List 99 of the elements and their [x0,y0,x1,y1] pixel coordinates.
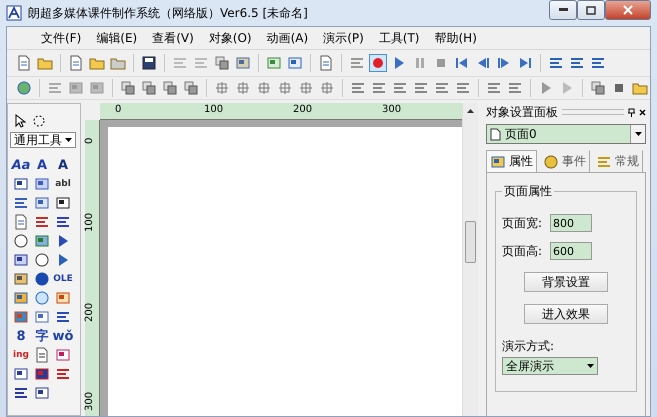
input-field[interactable]: 800 [550,214,592,232]
dropdown-arrow-icon [65,138,72,142]
tool-glyph[interactable]: A [36,158,48,172]
bullet-list-icon[interactable] [55,214,71,230]
pointer-icon[interactable] [14,114,26,128]
tool-category-dropdown[interactable]: 通用工具 [10,132,76,148]
picture-frame-icon[interactable] [55,347,71,363]
align-icon[interactable] [392,80,408,96]
ruler-label: 300 [382,105,402,115]
menu-item[interactable]: 查看(V) [146,30,200,46]
alignment-icon[interactable] [277,80,293,96]
lasso-icon[interactable] [32,114,46,128]
ruler-label: 100 [85,212,95,232]
tool-glyph[interactable]: Aa [12,158,30,172]
dropdown-arrow-icon [634,132,642,136]
tree-list-icon[interactable] [34,214,50,230]
align-icon[interactable] [455,80,471,96]
alignment-icon[interactable] [256,80,272,96]
tool-glyph[interactable]: OLE [53,274,73,284]
align-icon[interactable] [413,80,429,96]
tool-glyph[interactable]: wǒ [52,330,74,342]
vertical-scrollbar[interactable] [462,103,478,416]
layer-order-icon[interactable] [141,80,157,96]
app-icon [6,5,22,21]
group-icon[interactable] [590,80,606,96]
pin-icon[interactable] [628,108,635,116]
maximize-icon [586,6,596,14]
fit-screen-icon[interactable] [287,55,303,71]
document-icon[interactable] [13,214,29,230]
new-document-icon[interactable] [16,55,32,71]
preview-icon[interactable] [318,55,334,71]
properties-icon [490,154,506,170]
paste-icon[interactable] [235,55,251,71]
tool-glyph[interactable]: 8 [16,330,26,342]
input-field[interactable]: 600 [550,242,592,260]
alignment-icon[interactable] [235,80,251,96]
panel-tab[interactable]: 属性 [486,150,537,172]
menu-item[interactable]: 动画(A) [260,30,314,46]
layer-order-icon[interactable] [162,80,178,96]
panel-icon[interactable] [34,176,50,192]
panel-button[interactable]: 背景设置 [524,272,608,292]
record-button[interactable] [369,54,387,72]
panel-tab[interactable]: 常规 [592,150,643,172]
menu-item[interactable]: 演示(P) [317,30,370,46]
align-icon[interactable] [371,80,387,96]
ruler-label: 300 [85,392,95,411]
close-button[interactable] [605,0,651,20]
first-icon[interactable] [454,55,470,71]
scroll-thumb[interactable] [465,221,476,263]
layer-order-icon[interactable] [120,80,136,96]
ruler-label: 0 [85,138,95,144]
scroll-up-icon[interactable] [467,109,474,113]
menu-item[interactable]: 对象(O) [202,30,258,46]
record-icon [370,55,386,71]
ruler-label: 200 [293,105,312,115]
document-icon[interactable] [34,347,50,363]
close-icon [623,5,633,15]
landscape-picture-icon[interactable] [34,233,50,249]
object-dropdown[interactable]: 页面0 [486,124,646,144]
ruler-label: 200 [85,302,95,322]
tool-glyph[interactable]: abl [55,180,71,188]
window-title: 朗超多媒体课件制作系统（网络版）Ver6.5 [未命名] [28,4,309,22]
globe-icon[interactable] [16,80,32,96]
page-icon [490,128,501,140]
alignment-icon[interactable] [298,80,314,96]
mode-dropdown[interactable]: 全屏演示 [502,357,598,375]
layer-order-icon[interactable] [183,80,199,96]
object-name: 页面0 [505,126,537,142]
alignment-icon[interactable] [214,80,230,96]
tool-glyph[interactable]: 字 [36,330,48,342]
menu-item[interactable]: 工具(T) [372,30,426,46]
panel-title: 对象设置面板 [486,104,558,120]
field-label: 页面宽: [502,214,544,232]
checkbox-icon[interactable] [55,195,71,211]
copy-icon[interactable] [214,55,230,71]
panel-tab[interactable]: 事件 [539,150,590,172]
menu-item[interactable]: 帮助(H) [428,30,483,46]
menu-item[interactable]: 编辑(E) [90,30,144,46]
group-title: 页面属性 [503,183,553,200]
field-label: 演示方式: [502,338,556,355]
panel-button[interactable]: 进入效果 [524,304,608,324]
align-icon[interactable] [350,80,366,96]
align-icon[interactable] [434,80,450,96]
menu-item[interactable]: 文件(F) [35,30,88,46]
tool-glyph[interactable]: A [58,158,68,172]
minimize-button[interactable] [549,0,577,20]
ruler-label: 0 [115,105,122,115]
ruler-label: 100 [204,105,224,115]
maximize-button[interactable] [577,0,605,20]
last-icon[interactable] [517,55,533,71]
minimize-icon [558,8,568,12]
dropdown-arrow-icon [587,364,594,368]
close-icon[interactable] [639,108,646,116]
alignment-icon[interactable] [319,80,335,96]
list-icon[interactable] [13,195,29,211]
tool-glyph[interactable]: ing [13,350,29,360]
document-icon[interactable] [68,55,84,71]
picture-icon[interactable] [266,55,282,71]
field-label: 页面高: [502,242,544,260]
